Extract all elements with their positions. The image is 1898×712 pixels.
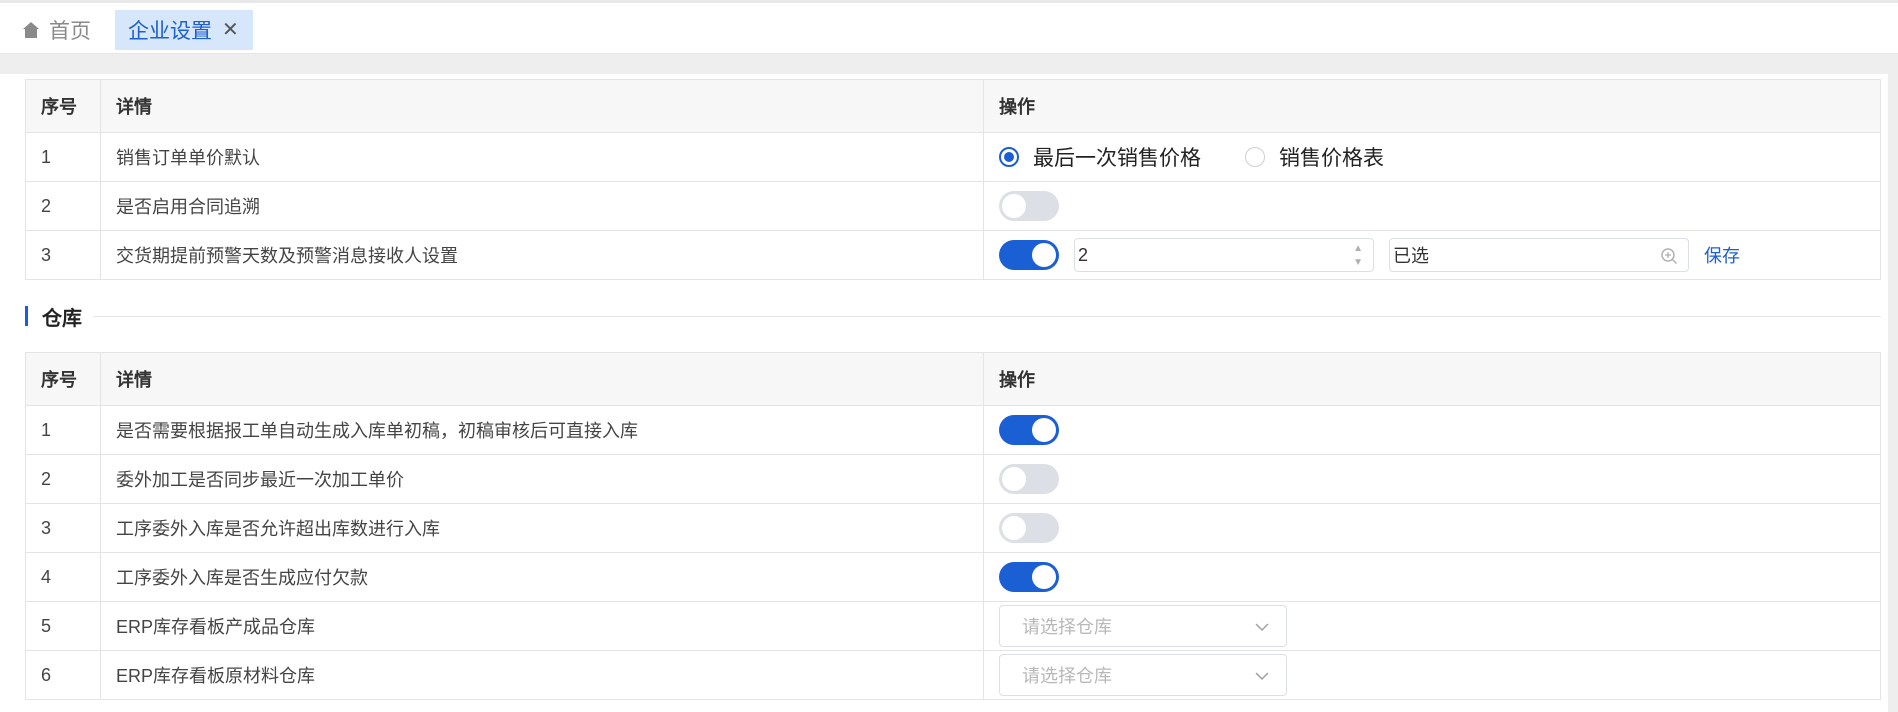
save-link[interactable]: 保存 (1704, 242, 1740, 268)
row-no: 1 (25, 405, 101, 455)
price-default-radio-group: 最后一次销售价格 销售价格表 (999, 133, 1865, 181)
tab-home-label: 首页 (49, 20, 91, 43)
section-title: 仓库 (42, 307, 82, 330)
header-no: 序号 (25, 79, 101, 133)
radio-last-sale-price-label: 最后一次销售价格 (1033, 147, 1201, 170)
table-row: 1 是否需要根据报工单自动生成入库单初稿，初稿审核后可直接入库 (25, 405, 1881, 455)
row-no: 2 (25, 454, 101, 504)
row-detail: ERP库存看板产成品仓库 (100, 601, 984, 651)
row-detail: 是否需要根据报工单自动生成入库单初稿，初稿审核后可直接入库 (100, 405, 984, 455)
table-row: 6 ERP库存看板原材料仓库 请选择仓库 (25, 650, 1881, 700)
table-row: 2 委外加工是否同步最近一次加工单价 (25, 454, 1881, 504)
row-no: 2 (25, 181, 101, 231)
auto-inbound-draft-toggle[interactable] (999, 415, 1059, 445)
table-row: 3 工序委外入库是否允许超出库数进行入库 (25, 503, 1881, 553)
select-placeholder: 请选择仓库 (1022, 666, 1112, 686)
sales-settings-table: 序号 详情 操作 1 销售订单单价默认 最后一次销售价格 销售价格表 2 是否启… (25, 79, 1881, 280)
zoom-in-icon[interactable] (1660, 247, 1678, 265)
header-op: 操作 (983, 352, 1881, 406)
generate-payable-toggle[interactable] (999, 562, 1059, 592)
home-icon (23, 22, 39, 38)
chevron-down-icon (1255, 672, 1269, 681)
warning-days-input[interactable]: 2 ▲ ▼ (1074, 238, 1374, 272)
row-detail: 委外加工是否同步最近一次加工单价 (100, 454, 984, 504)
row-op: 最后一次销售价格 销售价格表 (983, 132, 1881, 182)
table-header-row: 序号 详情 操作 (25, 79, 1881, 133)
finished-goods-warehouse-select[interactable]: 请选择仓库 (999, 605, 1287, 647)
chevron-down-icon (1255, 623, 1269, 632)
table-row: 1 销售订单单价默认 最后一次销售价格 销售价格表 (25, 132, 1881, 182)
row-no: 6 (25, 650, 101, 700)
table-row: 4 工序委外入库是否生成应付欠款 (25, 552, 1881, 602)
outsourcing-price-sync-toggle[interactable] (999, 464, 1059, 494)
row-op: 请选择仓库 (983, 650, 1881, 700)
close-icon[interactable]: ✕ (222, 20, 239, 40)
tab-enterprise-settings-label: 企业设置 (128, 20, 212, 43)
radio-price-list-label: 销售价格表 (1279, 147, 1384, 170)
row-detail: 销售订单单价默认 (100, 132, 984, 182)
row-detail: 工序委外入库是否生成应付欠款 (100, 552, 984, 602)
row-no: 4 (25, 552, 101, 602)
tab-enterprise-settings[interactable]: 企业设置 ✕ (115, 10, 253, 50)
table-row: 3 交货期提前预警天数及预警消息接收人设置 2 ▲ ▼ 已选 保存 (25, 230, 1881, 280)
stepper-up-icon[interactable]: ▲ (1353, 242, 1363, 256)
row-no: 3 (25, 230, 101, 280)
tab-home[interactable]: 首页 (10, 10, 103, 50)
header-detail: 详情 (100, 79, 984, 133)
radio-unchecked-icon (1245, 147, 1265, 167)
radio-checked-icon (999, 147, 1019, 167)
row-op: 请选择仓库 (983, 601, 1881, 651)
row-op (983, 503, 1881, 553)
row-detail: 工序委外入库是否允许超出库数进行入库 (100, 503, 984, 553)
receiver-picker-value: 已选 (1393, 246, 1429, 266)
row-no: 1 (25, 132, 101, 182)
content-right-gutter (1888, 54, 1898, 712)
row-no: 3 (25, 503, 101, 553)
table-row: 5 ERP库存看板产成品仓库 请选择仓库 (25, 601, 1881, 651)
radio-price-list[interactable]: 销售价格表 (1245, 142, 1384, 172)
row-detail: 是否启用合同追溯 (100, 181, 984, 231)
header-op: 操作 (983, 79, 1881, 133)
row-detail: ERP库存看板原材料仓库 (100, 650, 984, 700)
allow-over-inbound-toggle[interactable] (999, 513, 1059, 543)
stepper-down-icon[interactable]: ▼ (1353, 256, 1363, 270)
receiver-picker[interactable]: 已选 (1389, 238, 1689, 272)
warehouse-settings-table: 序号 详情 操作 1 是否需要根据报工单自动生成入库单初稿，初稿审核后可直接入库… (25, 352, 1881, 700)
content-top-gutter (0, 54, 1898, 74)
number-stepper[interactable]: ▲ ▼ (1353, 242, 1363, 270)
table-row: 2 是否启用合同追溯 (25, 181, 1881, 231)
row-no: 5 (25, 601, 101, 651)
raw-material-warehouse-select[interactable]: 请选择仓库 (999, 654, 1287, 696)
warning-days-value: 2 (1078, 244, 1089, 265)
contract-trace-toggle[interactable] (999, 191, 1059, 221)
section-accent-bar (25, 306, 28, 326)
row-op: 2 ▲ ▼ 已选 保存 (983, 230, 1881, 280)
header-detail: 详情 (100, 352, 984, 406)
header-no: 序号 (25, 352, 101, 406)
table-header-row: 序号 详情 操作 (25, 352, 1881, 406)
row-op (983, 454, 1881, 504)
warehouse-section-header: 仓库 (25, 300, 1881, 332)
section-divider (94, 315, 1881, 317)
row-op (983, 181, 1881, 231)
tab-bar: 首页 企业设置 ✕ (0, 0, 1898, 54)
row-op (983, 552, 1881, 602)
radio-last-sale-price[interactable]: 最后一次销售价格 (999, 142, 1201, 172)
row-op (983, 405, 1881, 455)
row-detail: 交货期提前预警天数及预警消息接收人设置 (100, 230, 984, 280)
delivery-warning-toggle[interactable] (999, 240, 1059, 270)
select-placeholder: 请选择仓库 (1022, 617, 1112, 637)
